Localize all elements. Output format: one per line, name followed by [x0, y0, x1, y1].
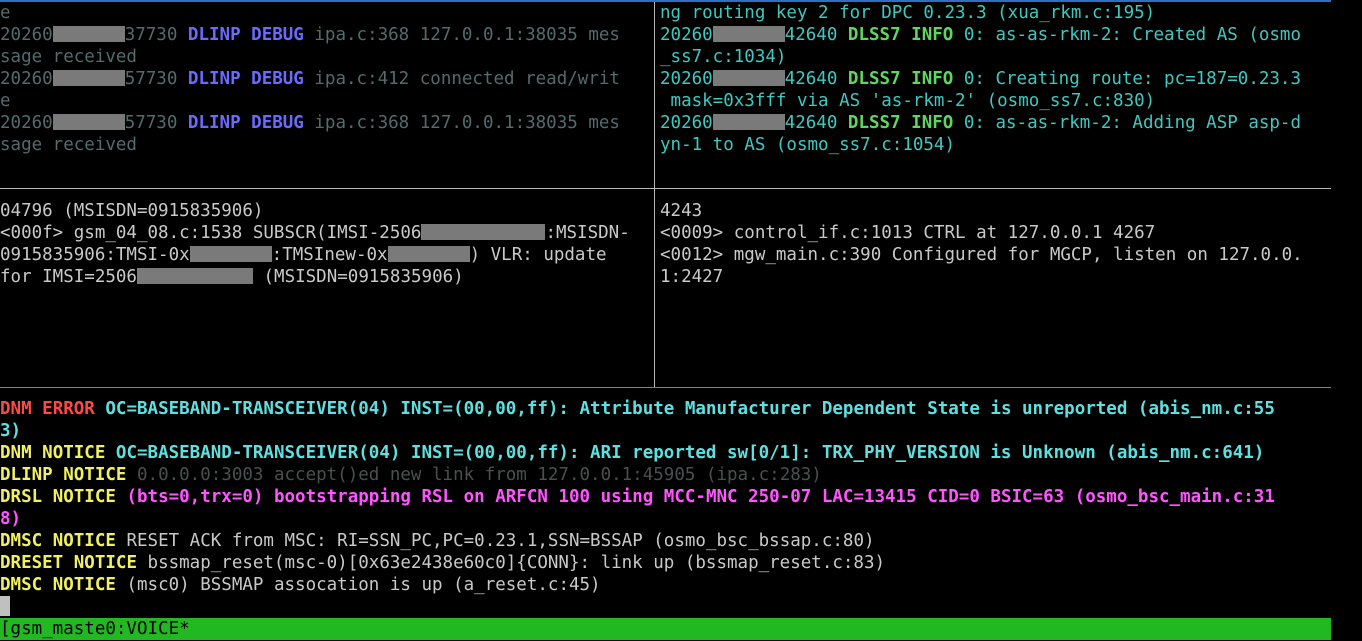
redacted-block	[712, 114, 785, 130]
session-window-label[interactable]: [gsm_maste0:VOICE*	[0, 619, 190, 639]
log-line: 3)	[0, 421, 22, 441]
log-line: DLINP NOTICE 0.0.0.0:3003 accept()ed new…	[0, 465, 822, 485]
log-line: sage received	[0, 135, 137, 155]
redacted-block	[52, 114, 125, 130]
log-line: DRSL NOTICE (bts=0,trx=0) bootstrapping …	[0, 487, 1275, 507]
log-line: 0915835906:TMSI-0x:TMSInew-0x) VLR: upda…	[0, 245, 607, 265]
log-line: DNM ERROR OC=BASEBAND-TRANSCEIVER(04) IN…	[0, 399, 1275, 419]
redacted-block	[52, 26, 125, 42]
log-line: 4243	[660, 201, 703, 221]
log-line: ng routing key 2 for DPC 0.23.3 (xua_rkm…	[660, 3, 1156, 23]
log-line: 20260 42640 DLSS7 INFO 0: as-as-rkm-2: Cr…	[660, 25, 1302, 45]
log-line: for IMSI=2506 (MSISDN=0915835906)	[0, 267, 464, 287]
redacted-block	[712, 70, 785, 86]
log-line: 20260 57730 DLINP DEBUG ipa.c:368 127.0.0…	[0, 113, 620, 133]
log-line: 1:2427	[660, 267, 724, 287]
log-line: _ss7.c:1034)	[660, 47, 787, 67]
log-line: <0009> control_if.c:1013 CTRL at 127.0.0…	[660, 223, 1156, 243]
pane-top-left[interactable]: e 20260 37730 DLINP DEBUG ipa.c:368 127.0…	[0, 2, 654, 188]
log-line: 20260 37730 DLINP DEBUG ipa.c:368 127.0.0…	[0, 25, 620, 45]
log-line: 20260 42640 DLSS7 INFO 0: as-as-rkm-2: Ad…	[660, 113, 1302, 133]
terminal-cursor	[0, 596, 10, 616]
log-line: 20260 42640 DLSS7 INFO 0: Creating route:…	[660, 69, 1302, 89]
log-line: e	[0, 3, 11, 23]
log-line: DRESET NOTICE bssmap_reset(msc-0)[0x63e2…	[0, 553, 886, 573]
log-line: DNM NOTICE OC=BASEBAND-TRANSCEIVER(04) I…	[0, 443, 1265, 463]
redacted-block	[387, 246, 470, 262]
log-line: <000f> gsm_04_08.c:1538 SUBSCR(IMSI-2506…	[0, 223, 630, 243]
pane-bottom-active[interactable]: DNM ERROR OC=BASEBAND-TRANSCEIVER(04) IN…	[0, 398, 1331, 596]
log-line: <0012> mgw_main.c:390 Configured for MGC…	[660, 245, 1303, 265]
pane-mid-left[interactable]: 04796 (MSISDN=0915835906) <000f> gsm_04_…	[0, 200, 654, 386]
log-line: 04796 (MSISDN=0915835906)	[0, 201, 264, 221]
log-line: DMSC NOTICE RESET ACK from MSC: RI=SSN_P…	[0, 531, 875, 551]
log-line: mask=0x3fff via AS 'as-rkm-2' (osmo_ss7.…	[660, 91, 1156, 111]
log-line: sage received	[0, 47, 137, 67]
tmux-status-bar[interactable]: [gsm_maste0:VOICE*	[0, 618, 1331, 640]
log-line: yn-1 to AS (osmo_ss7.c:1054)	[660, 135, 956, 155]
redacted-block	[189, 246, 272, 262]
pane-mid-right[interactable]: 4243 <0009> control_if.c:1013 CTRL at 12…	[660, 200, 1331, 386]
log-line: 20260 57730 DLINP DEBUG ipa.c:412 connect…	[0, 69, 620, 89]
log-line: DMSC NOTICE (msc0) BSSMAP assocation is …	[0, 575, 601, 595]
pane-divider-horizontal-active[interactable]	[0, 387, 1331, 388]
pane-top-right[interactable]: ng routing key 2 for DPC 0.23.3 (xua_rkm…	[660, 2, 1331, 188]
pane-divider-vertical[interactable]	[654, 2, 655, 387]
redacted-block	[712, 26, 785, 42]
redacted-block	[421, 224, 546, 240]
redacted-block	[52, 70, 125, 86]
log-line: e	[0, 91, 11, 111]
log-line: 8)	[0, 509, 22, 529]
redacted-block	[136, 268, 253, 284]
pane-divider-horizontal[interactable]	[0, 188, 1331, 189]
